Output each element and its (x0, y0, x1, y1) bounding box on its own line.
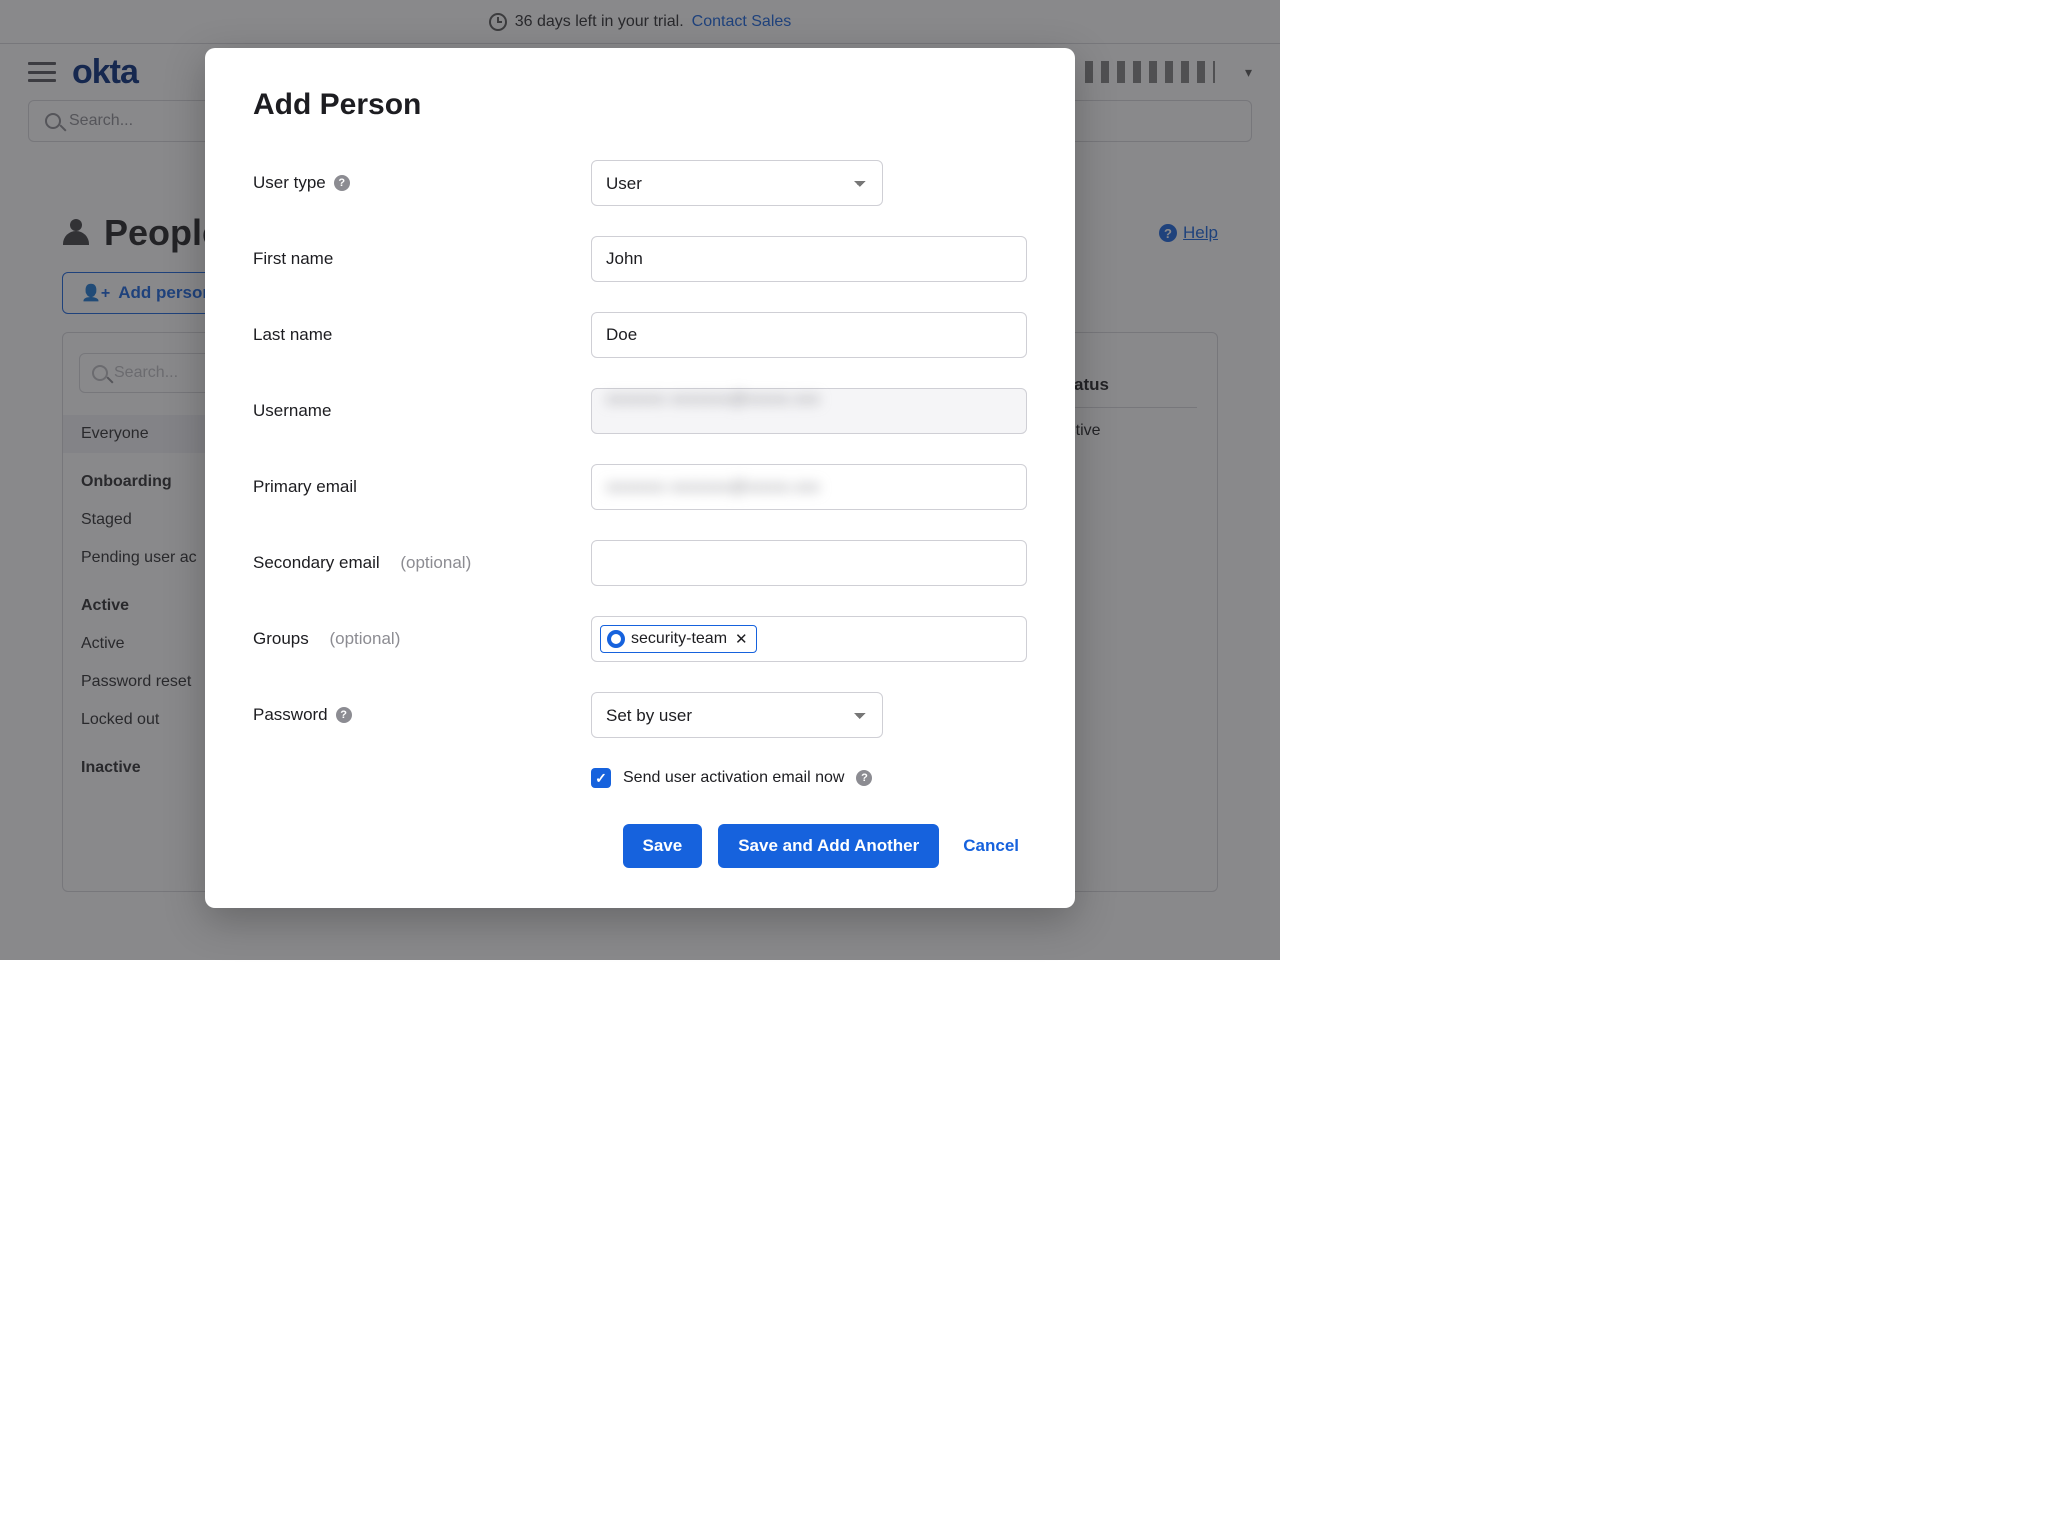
remove-chip-icon[interactable]: ✕ (735, 630, 748, 648)
modal-button-row: Save Save and Add Another Cancel (253, 824, 1027, 868)
label-first-name: First name (253, 249, 591, 269)
secondary-email-input[interactable] (591, 540, 1027, 586)
activation-checkbox[interactable] (591, 768, 611, 788)
activation-label: Send user activation email now (623, 769, 844, 787)
groups-input[interactable]: security-team ✕ (591, 616, 1027, 662)
save-button[interactable]: Save (623, 824, 703, 868)
label-password: Password ? (253, 705, 591, 725)
modal-title: Add Person (253, 88, 1027, 122)
save-and-add-another-button[interactable]: Save and Add Another (718, 824, 939, 868)
label-user-type: User type ? (253, 173, 591, 193)
label-primary-email: Primary email (253, 477, 591, 497)
username-input[interactable]: xxxxxxx xxxxxxx@xxxxx.xxx (591, 388, 1027, 434)
group-chip: security-team ✕ (600, 625, 757, 653)
help-icon[interactable]: ? (334, 175, 350, 191)
add-person-modal: Add Person User type ? User First name L… (205, 48, 1075, 908)
label-secondary-email: Secondary email (optional) (253, 553, 591, 573)
okta-group-icon (607, 630, 625, 648)
primary-email-masked: xxxxxxx xxxxxxx@xxxxx.xxx (606, 477, 820, 497)
modal-overlay: Add Person User type ? User First name L… (0, 0, 1280, 960)
help-icon[interactable]: ? (336, 707, 352, 723)
label-last-name: Last name (253, 325, 591, 345)
first-name-input[interactable] (591, 236, 1027, 282)
cancel-button[interactable]: Cancel (955, 824, 1027, 868)
activation-email-row[interactable]: Send user activation email now ? (591, 768, 1027, 788)
label-groups: Groups (optional) (253, 629, 591, 649)
password-select[interactable]: Set by user (591, 692, 883, 738)
group-chip-label: security-team (631, 630, 727, 648)
username-masked: xxxxxxx xxxxxxx@xxxxx.xxx (606, 389, 820, 408)
last-name-input[interactable] (591, 312, 1027, 358)
primary-email-input[interactable]: xxxxxxx xxxxxxx@xxxxx.xxx (591, 464, 1027, 510)
label-username: Username (253, 401, 591, 421)
help-icon[interactable]: ? (856, 770, 872, 786)
user-type-select[interactable]: User (591, 160, 883, 206)
